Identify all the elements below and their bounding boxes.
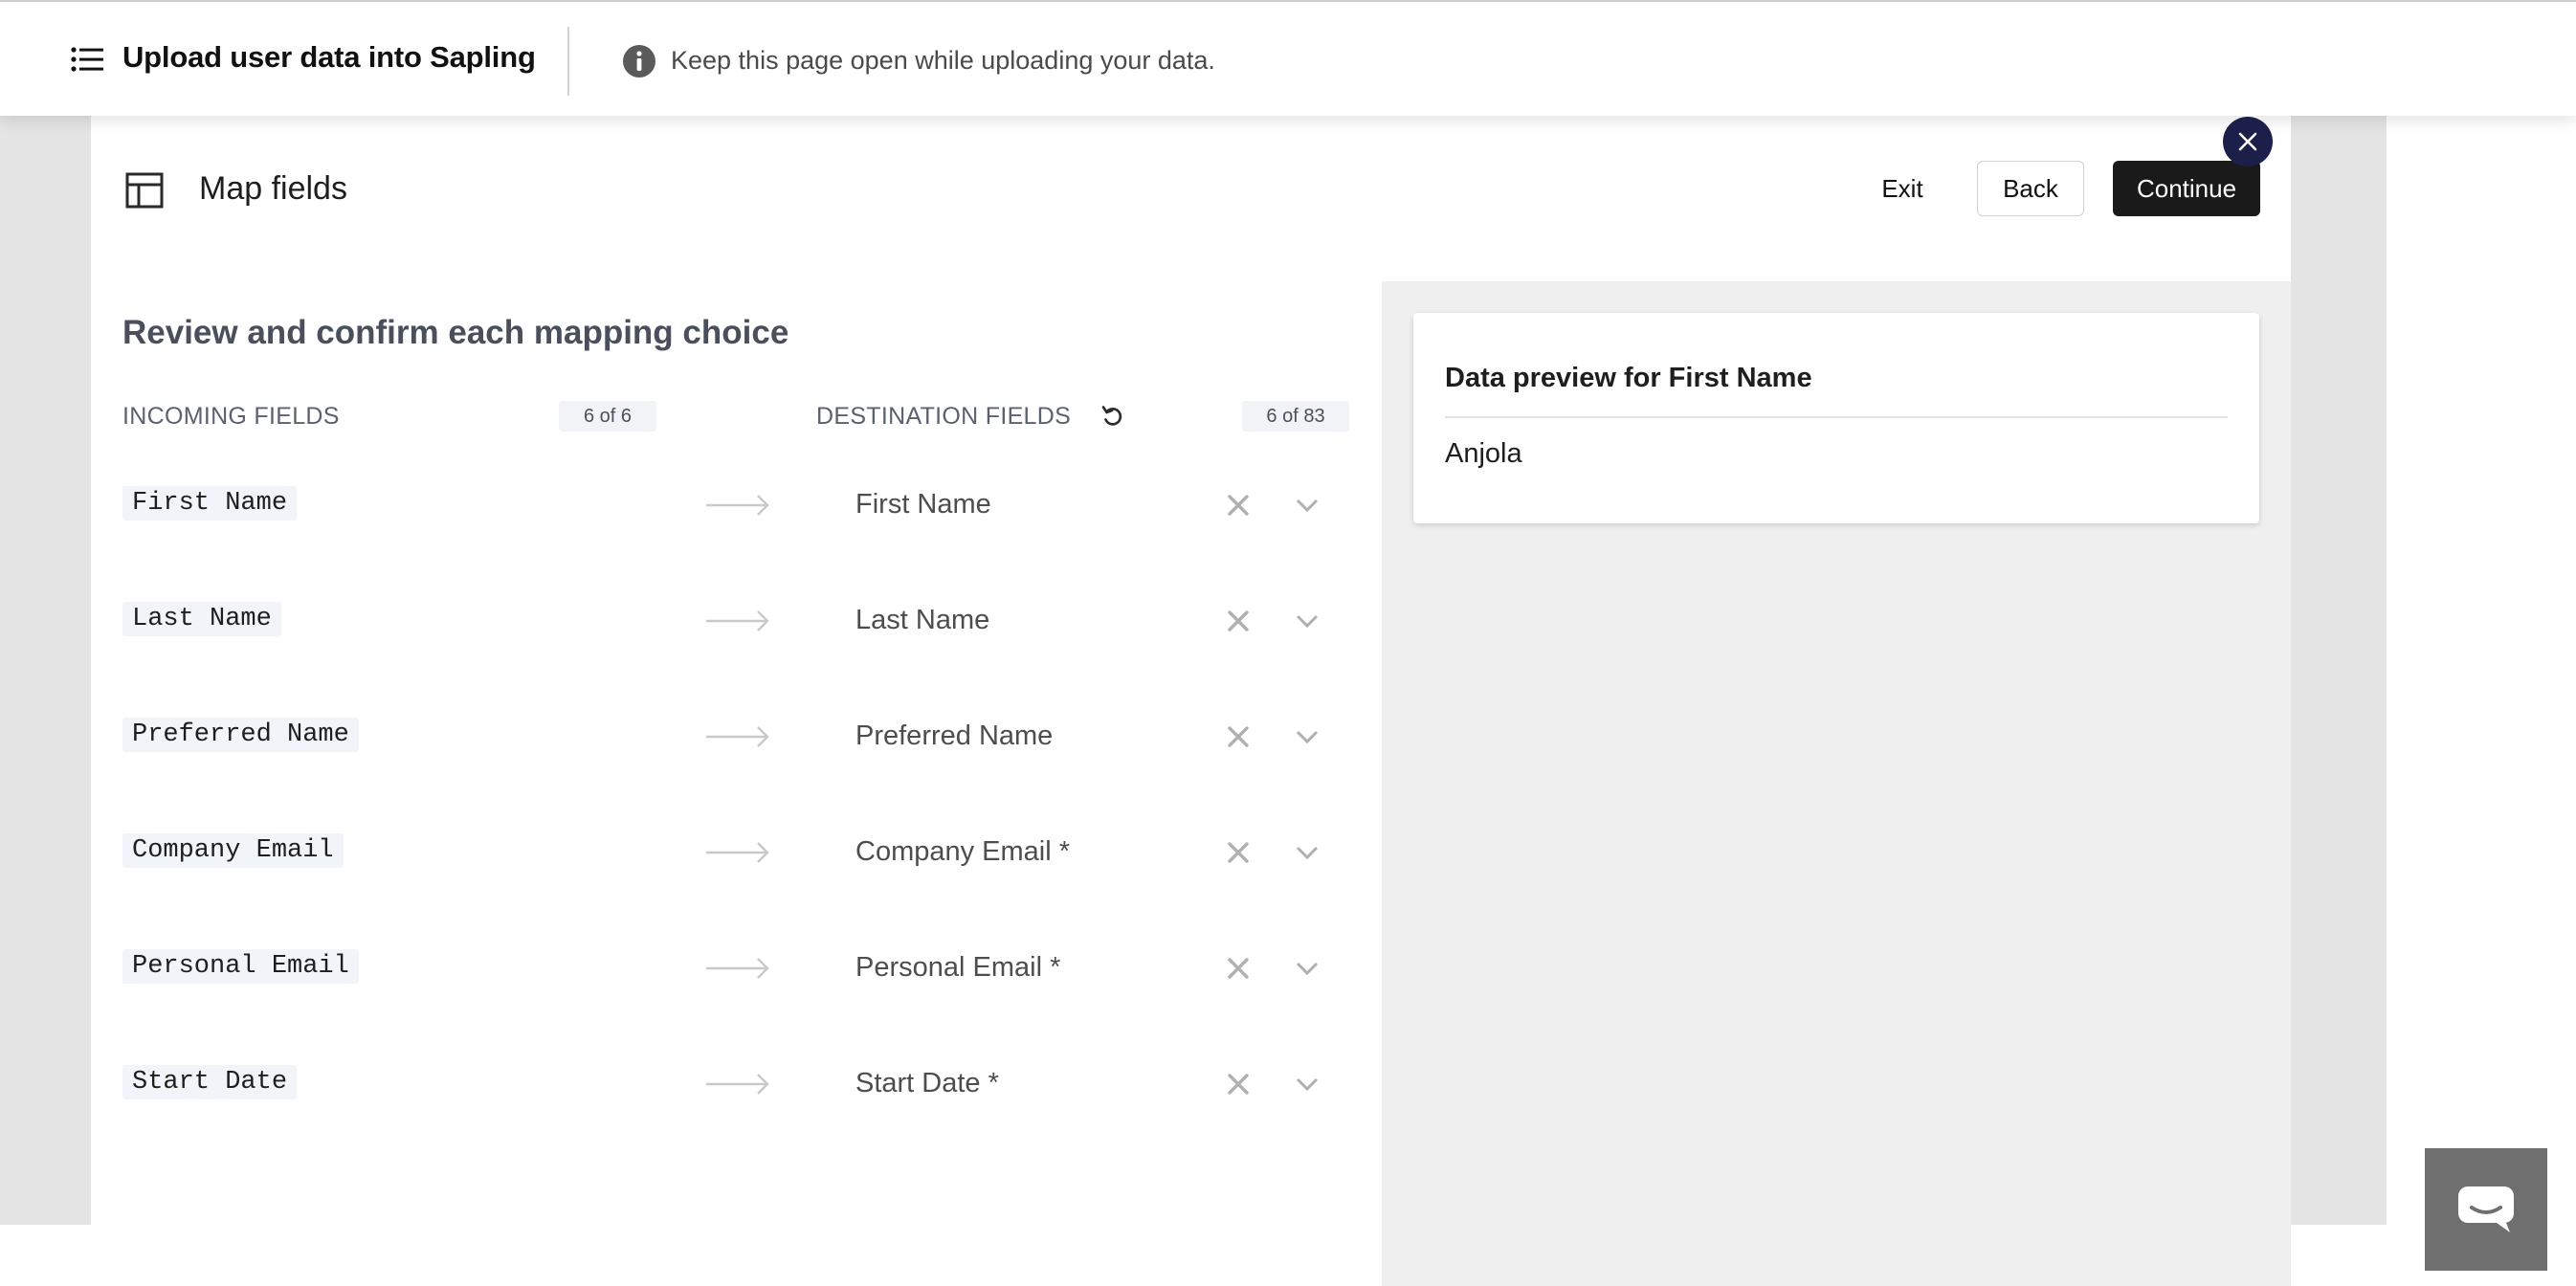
x-icon[interactable] xyxy=(1226,1072,1251,1097)
destination-field-value: Last Name xyxy=(855,605,990,635)
chevron-down-icon[interactable] xyxy=(1294,1074,1321,1095)
destination-field-value: Personal Email * xyxy=(855,952,1061,983)
incoming-fields-label: INCOMING FIELDS xyxy=(122,403,340,430)
step-title: Map fields xyxy=(199,170,347,207)
destination-field-select[interactable]: Last Name xyxy=(829,592,1349,650)
mapping-row: Preferred Name Preferred Name xyxy=(122,708,1349,765)
destination-field-value: Start Date * xyxy=(855,1068,999,1098)
chevron-down-icon[interactable] xyxy=(1294,726,1321,747)
close-icon xyxy=(2238,132,2257,151)
mapping-row: Last Name Last Name xyxy=(122,592,1349,650)
arrow-right-icon xyxy=(706,1074,769,1095)
reset-icon[interactable] xyxy=(1099,403,1126,430)
x-icon[interactable] xyxy=(1226,840,1251,865)
x-icon[interactable] xyxy=(1226,956,1251,981)
top-header: Upload user data into Sapling Keep this … xyxy=(0,0,2576,116)
chevron-down-icon[interactable] xyxy=(1294,842,1321,863)
destination-field-select[interactable]: Preferred Name xyxy=(829,708,1349,765)
incoming-field-chip: Company Email xyxy=(122,833,344,868)
info-icon xyxy=(623,45,655,78)
arrow-right-icon xyxy=(706,842,769,863)
destination-field-select[interactable]: Company Email * xyxy=(829,824,1349,881)
header-divider xyxy=(567,27,569,96)
destination-field-select[interactable]: Personal Email * xyxy=(829,940,1349,997)
incoming-count-badge: 6 of 6 xyxy=(559,401,656,432)
section-heading: Review and confirm each mapping choice xyxy=(122,314,789,351)
chat-bubble-icon xyxy=(2458,1186,2514,1232)
mapping-row: Personal Email Personal Email * xyxy=(122,940,1349,997)
incoming-field-chip: First Name xyxy=(122,486,298,521)
destination-field-value: Preferred Name xyxy=(855,721,1054,751)
page-background-right xyxy=(2387,0,2576,1286)
arrow-right-icon xyxy=(706,610,769,632)
incoming-field-chip: Personal Email xyxy=(122,949,359,984)
incoming-field-chip: Start Date xyxy=(122,1065,298,1099)
destination-count-badge: 6 of 83 xyxy=(1242,401,1349,432)
arrow-right-icon xyxy=(706,958,769,979)
destination-field-select[interactable]: First Name xyxy=(829,477,1349,534)
chevron-down-icon[interactable] xyxy=(1294,610,1321,632)
table-icon xyxy=(125,172,164,209)
data-preview-divider xyxy=(1445,416,2228,418)
back-button[interactable]: Back xyxy=(1977,161,2084,216)
continue-button[interactable]: Continue xyxy=(2113,161,2260,216)
data-preview-card: Data preview for First Name Anjola xyxy=(1413,313,2259,523)
incoming-field-chip: Last Name xyxy=(122,602,281,636)
chevron-down-icon[interactable] xyxy=(1294,495,1321,516)
mapping-row: Start Date Start Date * xyxy=(122,1055,1349,1113)
exit-button[interactable]: Exit xyxy=(1859,161,1945,216)
destination-field-value: First Name xyxy=(855,489,991,520)
arrow-right-icon xyxy=(706,726,769,747)
incoming-field-chip: Preferred Name xyxy=(122,718,359,752)
x-icon[interactable] xyxy=(1226,724,1251,749)
list-icon[interactable] xyxy=(71,46,103,73)
destination-field-select[interactable]: Start Date * xyxy=(829,1055,1349,1113)
destination-fields-label: DESTINATION FIELDS xyxy=(816,403,1072,430)
x-icon[interactable] xyxy=(1226,493,1251,518)
app-title: Upload user data into Sapling xyxy=(122,40,536,74)
data-preview-title: Data preview for First Name xyxy=(1445,363,1812,393)
destination-field-value: Company Email * xyxy=(855,836,1071,867)
mapping-row: Company Email Company Email * xyxy=(122,824,1349,881)
keep-open-notice: Keep this page open while uploading your… xyxy=(671,46,1215,75)
close-button[interactable] xyxy=(2223,117,2273,166)
arrow-right-icon xyxy=(706,495,769,516)
x-icon[interactable] xyxy=(1226,609,1251,633)
chevron-down-icon[interactable] xyxy=(1294,958,1321,979)
mapping-row: First Name First Name xyxy=(122,477,1349,534)
chat-widget-button[interactable] xyxy=(2425,1148,2547,1271)
data-preview-value: Anjola xyxy=(1445,438,1522,469)
